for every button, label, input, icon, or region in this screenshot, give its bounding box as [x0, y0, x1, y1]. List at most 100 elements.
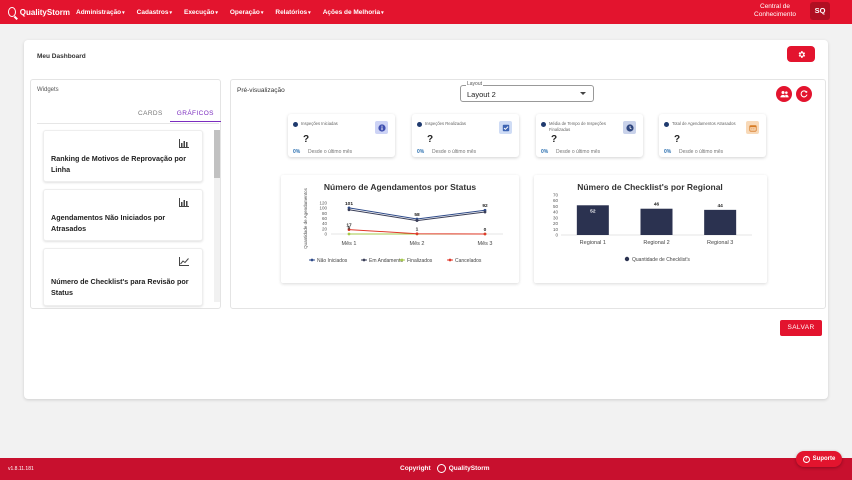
kpi-value: ? [674, 134, 681, 145]
data-point [415, 219, 419, 222]
widget-item-ranking-motivos[interactable]: Ranking de Motivos de Reprovação por Lin… [43, 130, 203, 182]
support-button[interactable]: ? Suporte [796, 451, 842, 467]
kpi-card-media-tempo[interactable]: Média de Tempo de Inspeções Finalizadas … [536, 114, 643, 157]
y-tick-label: 50 [553, 204, 559, 209]
caret-down-icon [580, 92, 586, 95]
nav-acoes-de-melhoria[interactable]: Ações de Melhoria▾ [317, 9, 390, 16]
data-point [483, 232, 487, 236]
caret-down-icon: ▾ [215, 9, 218, 16]
data-label: 92 [482, 203, 488, 209]
central-de-conhecimento-link[interactable]: Central de Conhecimento [748, 3, 802, 19]
settings-button[interactable] [787, 46, 815, 62]
caret-down-icon: ▾ [260, 9, 264, 16]
kpi-value: ? [303, 134, 310, 145]
legend-marker [624, 256, 630, 262]
checklist-icon [499, 121, 512, 134]
legend-label: Quantidade de Checklist's [632, 257, 690, 263]
legend-marker [362, 258, 366, 262]
page-title: Meu Dashboard [37, 53, 86, 60]
save-button[interactable]: SALVAR [780, 320, 822, 336]
legend-label: Em Andamento [369, 258, 403, 264]
kpi-percent: 0% [664, 149, 672, 155]
data-label: 0 [484, 227, 487, 233]
legend-marker [400, 258, 404, 262]
legend-marker [448, 258, 452, 262]
data-label: 101 [345, 201, 353, 207]
data-label: 46 [654, 202, 660, 208]
data-label: 1 [416, 227, 419, 233]
main-nav: Administração▾ Cadastros▾ Execução▾ Oper… [70, 9, 390, 16]
bar-chart-icon [179, 198, 189, 207]
data-label: 0 [348, 226, 351, 232]
kpi-title: Média de Tempo de Inspeções Finalizadas [549, 121, 606, 132]
y-tick-label: 70 [553, 193, 559, 198]
users-button[interactable] [776, 86, 792, 102]
data-point [415, 232, 419, 236]
preview-title: Pré-visualização [237, 87, 285, 94]
tabs-divider [37, 123, 219, 124]
kpi-percent: 0% [541, 149, 549, 155]
info-icon [541, 122, 546, 127]
help-icon: ? [802, 455, 810, 463]
kpi-title: Total de Agendamentos Atrasados [672, 121, 736, 126]
nav-execucao[interactable]: Execução▾ [178, 9, 224, 16]
line-chart-svg: Número de Agendamentos por Status Quantid… [303, 182, 503, 264]
dashboard-card: Meu Dashboard Widgets CARDS GRÁFICOS Ran… [24, 40, 828, 399]
user-avatar[interactable]: SQ [810, 2, 830, 20]
tab-graficos[interactable]: GRÁFICOS [169, 108, 221, 122]
bar [640, 208, 673, 235]
info-icon [293, 122, 298, 127]
nav-cadastros[interactable]: Cadastros▾ [131, 9, 178, 16]
app-version: v1.8.11.181 [8, 466, 34, 472]
x-tick-label: Regional 3 [707, 240, 733, 246]
layout-select-label: Layout [466, 81, 484, 87]
qualitystorm-logo-icon [436, 464, 446, 473]
widget-list-scrollbar[interactable] [214, 130, 220, 302]
layout-select[interactable]: Layout Layout 2 [460, 81, 594, 102]
scrollbar-thumb[interactable] [214, 130, 220, 178]
widget-item-label: Número de Checklist's para Revisão por S… [51, 277, 189, 297]
footer-logo: QualityStorm [436, 464, 490, 473]
kpi-card-inspecoes-iniciadas[interactable]: Inspeções Iniciadas ? 0% Desde o último … [288, 114, 395, 157]
tab-cards[interactable]: CARDS [131, 108, 170, 122]
caret-down-icon: ▾ [381, 9, 384, 16]
nav-operacao[interactable]: Operação▾ [224, 9, 270, 16]
x-tick-label: Regional 2 [643, 240, 669, 246]
y-tick-label: 30 [553, 215, 559, 220]
footer-copyright: Copyright QualityStorm [400, 464, 490, 473]
caret-down-icon: ▾ [169, 9, 172, 16]
x-tick-label: Mês 2 [410, 241, 425, 247]
kpi-value: ? [427, 134, 434, 145]
widget-list: Ranking de Motivos de Reprovação por Lin… [43, 130, 203, 313]
legend-label: Cancelados [455, 258, 482, 264]
legend-marker [310, 258, 314, 262]
brand-logo[interactable]: QualityStorm [8, 7, 70, 17]
footer: v1.8.11.181 Copyright QualityStorm [0, 458, 852, 480]
legend-label: Finalizados [407, 258, 433, 264]
chart-title: Número de Agendamentos por Status [324, 182, 477, 192]
copyright-label: Copyright [400, 465, 431, 472]
caret-down-icon: ▾ [122, 9, 125, 16]
refresh-button[interactable] [796, 86, 812, 102]
nav-relatorios[interactable]: Relatórios▾ [269, 9, 316, 16]
support-label: Suporte [812, 456, 836, 462]
widget-item-agendamentos-nao-iniciados[interactable]: Agendamentos Não Iniciados por Atrasados [43, 189, 203, 241]
bar-chart-svg: Número de Checklist's por Regional 706050… [553, 182, 752, 263]
nav-administracao[interactable]: Administração▾ [70, 9, 131, 16]
info-icon [375, 121, 388, 134]
chart-title: Número de Checklist's por Regional [577, 182, 723, 192]
kpi-card-inspecoes-realizadas[interactable]: Inspeções Realizadas ? 0% Desde o último… [412, 114, 519, 157]
bar [704, 209, 737, 235]
data-label: 44 [717, 203, 723, 209]
widget-item-checklists-revisao[interactable]: Número de Checklist's para Revisão por S… [43, 248, 203, 306]
kpi-card-agendamentos-atrasados[interactable]: Total de Agendamentos Atrasados ? 0% Des… [659, 114, 766, 157]
x-tick-label: Regional 1 [580, 240, 606, 246]
kpi-value: ? [551, 134, 558, 145]
top-navbar: QualityStorm Administração▾ Cadastros▾ E… [0, 0, 852, 24]
clock-icon [623, 121, 636, 134]
kpi-description: Desde o último mês [556, 149, 601, 155]
refresh-icon [800, 90, 808, 98]
kpi-description: Desde o último mês [432, 149, 477, 155]
kpi-percent: 0% [417, 149, 425, 155]
x-tick-label: Mês 1 [342, 241, 357, 247]
